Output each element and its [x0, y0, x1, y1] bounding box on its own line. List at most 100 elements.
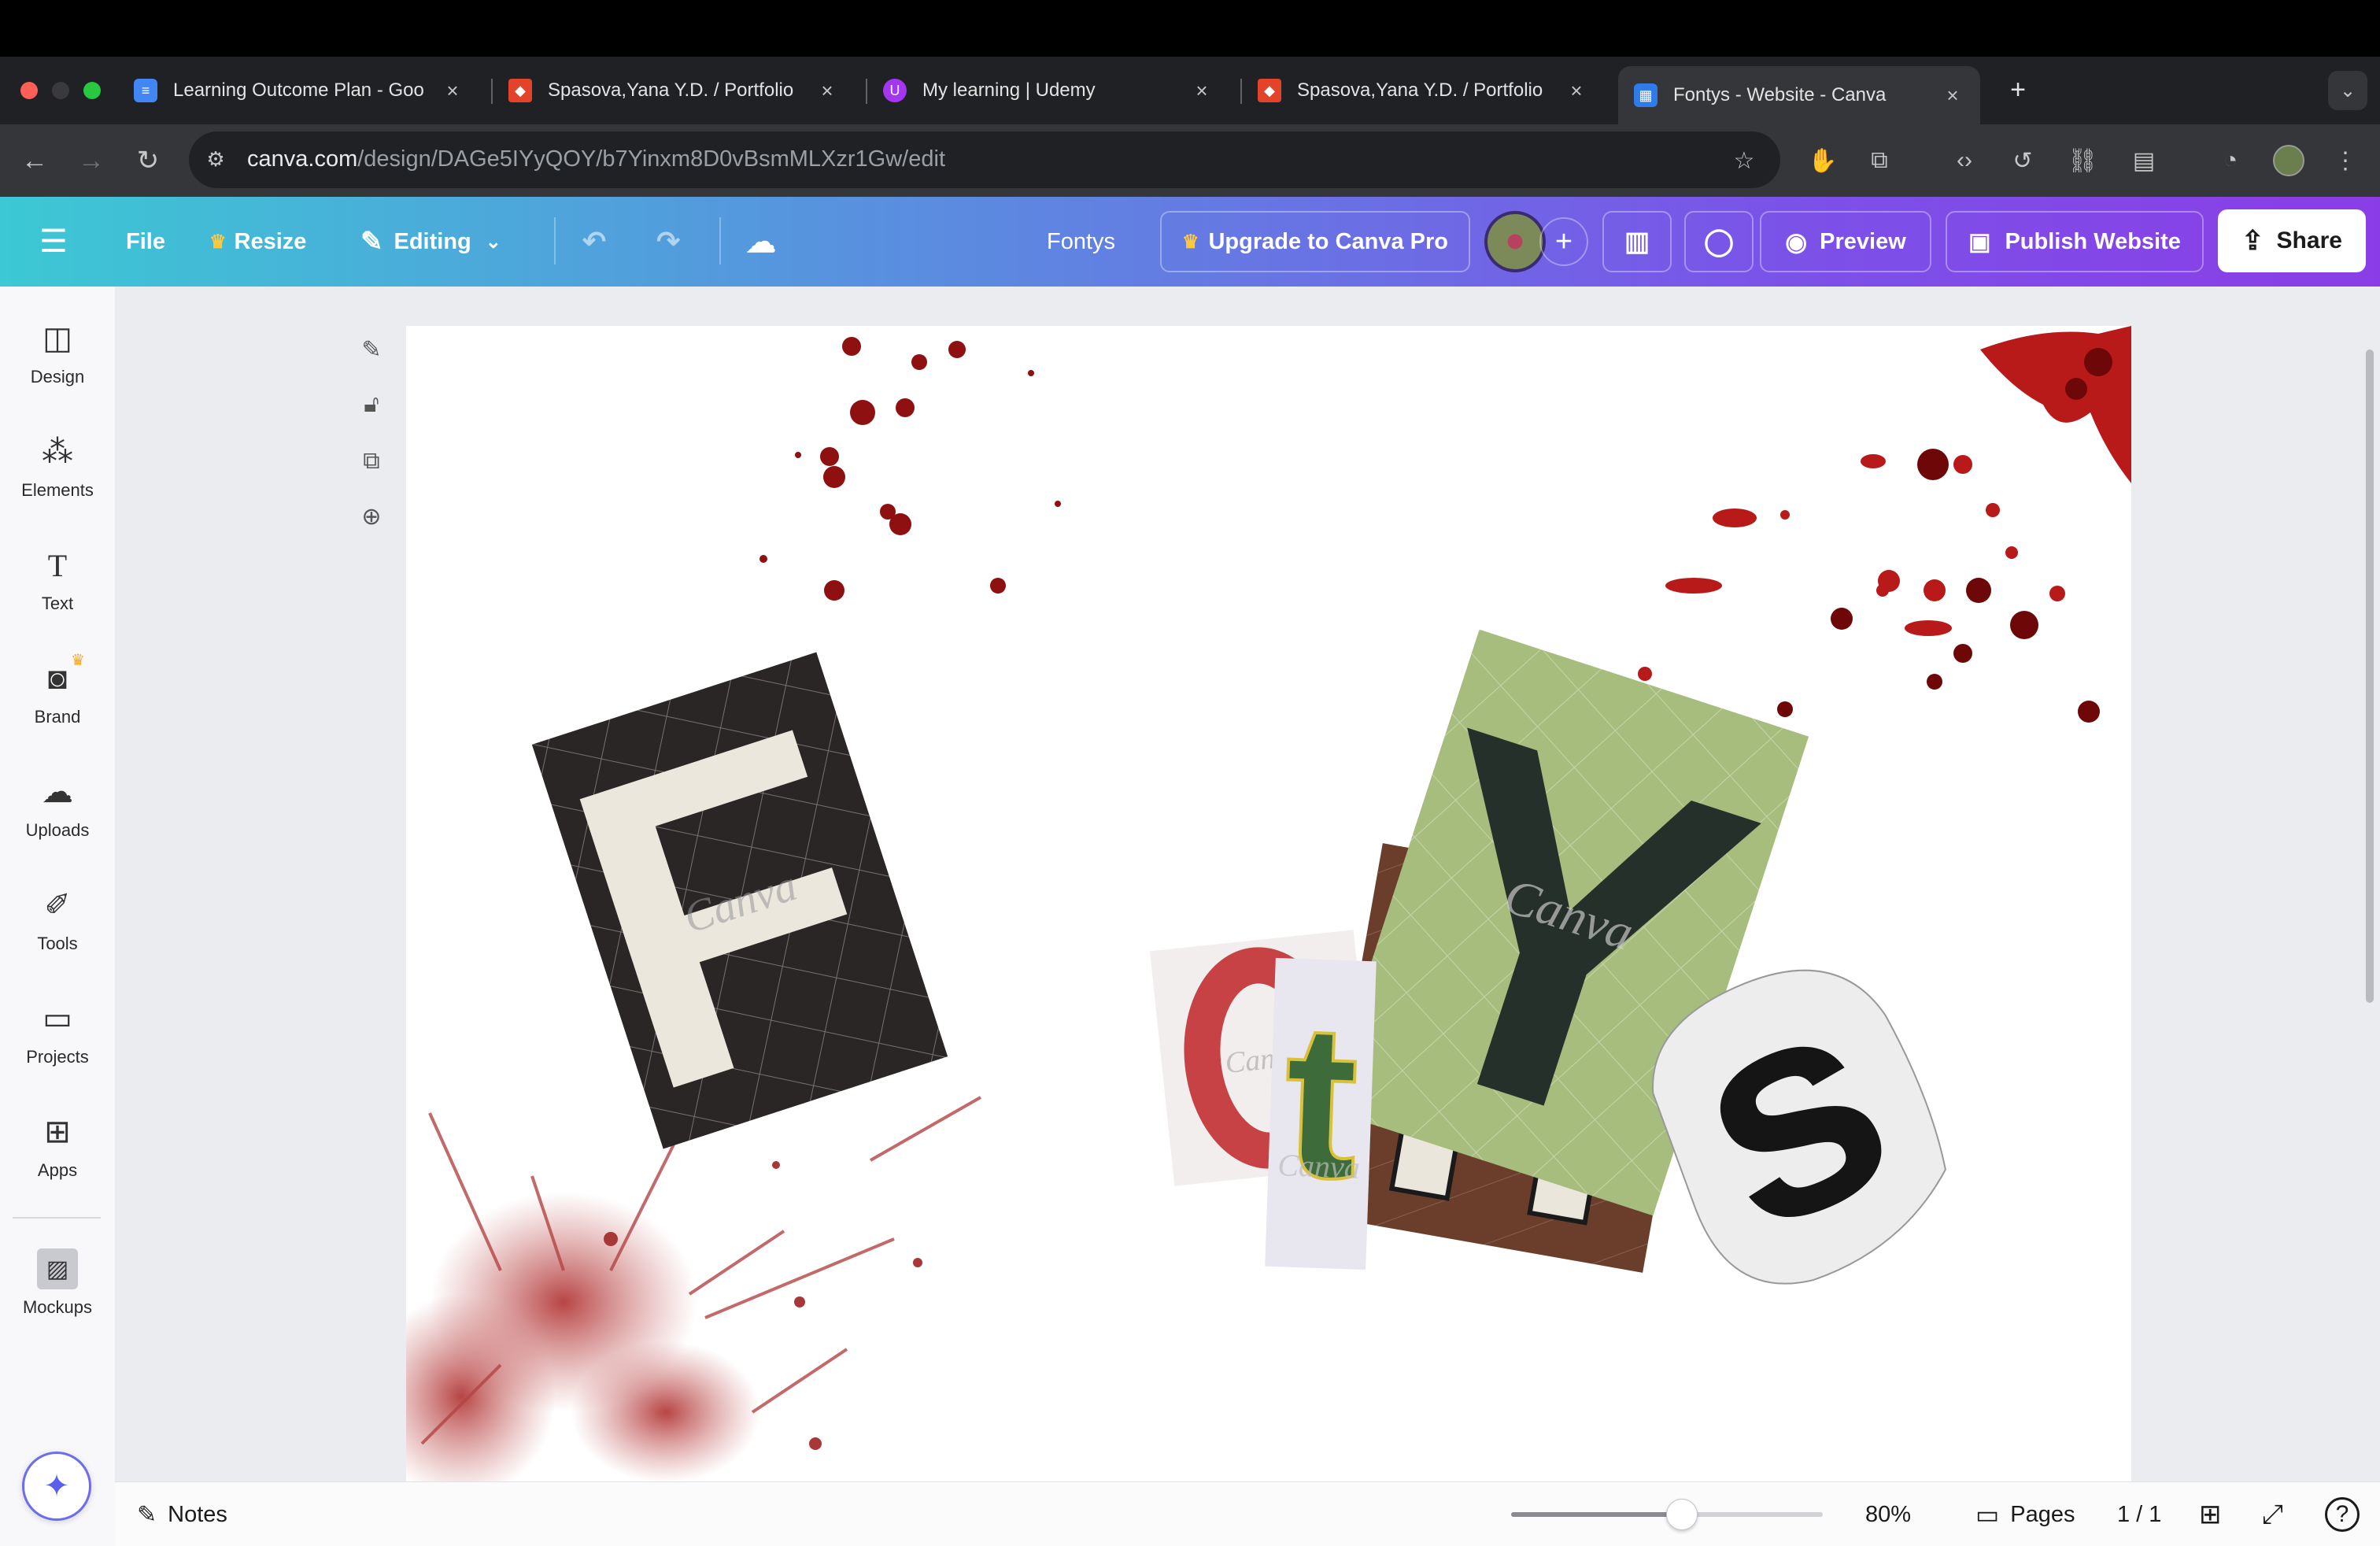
sidebar-item-apps[interactable]: ⊞ Apps — [0, 1111, 115, 1206]
page-notes-icon[interactable]: ✎ — [354, 332, 389, 367]
sidebar-item-uploads[interactable]: ☁ Uploads — [0, 771, 115, 866]
preview-label: Preview — [1820, 228, 1906, 254]
sparkle-icon: ✦ — [43, 1469, 70, 1503]
gitlab-icon: ◆ — [508, 79, 532, 102]
crown-icon: ♛ — [209, 231, 227, 253]
window-minimize-button[interactable] — [52, 82, 69, 99]
share-button[interactable]: ⇪ Share — [2218, 209, 2366, 272]
tab-title: Spasova,Yana Y.D. / Portfolio — [1297, 80, 1543, 101]
sidebar-item-label: Brand — [34, 707, 81, 727]
chevron-down-icon: ⌄ — [485, 231, 501, 253]
upgrade-pro-button[interactable]: ♛ Upgrade to Canva Pro — [1160, 211, 1470, 272]
sidebar-item-tools[interactable]: ✐ Tools — [0, 885, 115, 979]
editing-mode-dropdown[interactable]: ✎ Editing ⌄ — [360, 217, 501, 266]
profile-avatar[interactable] — [2271, 143, 2306, 178]
extension-stop-icon[interactable]: ✋ — [1805, 143, 1840, 178]
comments-button[interactable]: ◯ — [1684, 211, 1754, 272]
close-icon[interactable]: × — [815, 79, 839, 103]
sidebar-item-design[interactable]: ◫ Design — [0, 318, 115, 412]
add-page-icon[interactable]: ⊕ — [354, 499, 389, 534]
redo-icon[interactable]: ↷ — [656, 217, 680, 266]
resize-label: Resize — [234, 228, 307, 254]
insights-button[interactable]: ▥ — [1602, 211, 1672, 272]
zoom-level[interactable]: 80% — [1865, 1497, 1911, 1532]
browser-tab-active[interactable]: ▦ Fontys - Website - Canva × — [1618, 66, 1980, 124]
url-host: canva.com — [247, 146, 358, 172]
window-close-button[interactable] — [20, 82, 38, 99]
resize-button[interactable]: ♛ Resize — [209, 217, 306, 266]
design-title[interactable]: Fontys — [1047, 217, 1115, 266]
lock-icon[interactable]: 🔓︎ — [354, 387, 389, 422]
pages-label: Pages — [2010, 1501, 2075, 1527]
site-info-icon[interactable]: ⚙ — [195, 139, 236, 179]
zoom-slider-fill — [1511, 1512, 1682, 1517]
sidebar-item-label: Mockups — [22, 1297, 93, 1317]
publish-website-button[interactable]: ▣ Publish Website — [1946, 211, 2204, 272]
uploads-icon: ☁ — [42, 775, 73, 809]
browser-tab[interactable]: U My learning | Udemy × — [867, 66, 1229, 115]
main-menu-icon[interactable]: ☰ — [39, 217, 68, 266]
design-canvas[interactable]: F Canva Canva n Canva Y Canva — [406, 326, 2131, 1481]
browser-tab[interactable]: ◆ Spasova,Yana Y.D. / Portfolio × — [493, 66, 855, 115]
browser-tab[interactable]: ◆ Spasova,Yana Y.D. / Portfolio × — [1242, 66, 1604, 115]
close-icon[interactable]: × — [441, 79, 464, 103]
sidebar-item-text[interactable]: T Text — [0, 545, 115, 639]
tab-search-button[interactable]: ⌄ — [2328, 71, 2367, 110]
letter-t-card[interactable]: t Canva — [1265, 957, 1377, 1270]
header-divider — [719, 217, 721, 264]
link-icon[interactable]: ⛓ — [2065, 143, 2100, 178]
letter-f-card[interactable]: F Canva — [522, 624, 959, 1185]
sidebar-item-mockups[interactable]: ▨ Mockups — [0, 1248, 115, 1343]
back-button[interactable]: ← — [14, 140, 55, 181]
add-collaborator-button[interactable]: + — [1539, 217, 1588, 266]
sidebar-divider — [13, 1217, 101, 1219]
window-maximize-button[interactable] — [83, 82, 101, 99]
zoom-slider-handle[interactable] — [1665, 1499, 1698, 1530]
canva-icon: ▦ — [1634, 83, 1658, 107]
crown-icon: ♛ — [71, 652, 85, 669]
tools-icon: ✐ — [44, 888, 71, 923]
publish-label: Publish Website — [2005, 228, 2181, 254]
tab-title: Spasova,Yana Y.D. / Portfolio — [548, 80, 794, 101]
fontys-artwork[interactable]: F Canva Canva n Canva Y Canva — [406, 326, 2131, 1481]
sidebar-item-elements[interactable]: ⁂ Elements — [0, 431, 115, 526]
file-menu[interactable]: File — [126, 217, 165, 266]
collaborator-avatar[interactable] — [1484, 211, 1546, 272]
elements-icon: ⁂ — [42, 435, 73, 469]
upgrade-label: Upgrade to Canva Pro — [1208, 228, 1449, 254]
duplicate-page-icon[interactable]: ⧉ — [354, 444, 389, 479]
performance-icon[interactable]: ◔ — [2213, 143, 2248, 178]
new-tab-button[interactable]: + — [1998, 69, 2038, 110]
magic-sparkle-button[interactable]: ✦ — [22, 1452, 91, 1521]
close-icon[interactable]: × — [1941, 83, 1964, 108]
close-icon[interactable]: × — [1190, 79, 1214, 103]
extensions-puzzle-icon[interactable]: ⧉ — [1862, 143, 1897, 178]
reload-button[interactable]: ↻ — [128, 140, 168, 181]
letter-t: t — [1281, 977, 1362, 1225]
pages-button[interactable]: ▭ Pages — [1975, 1497, 2075, 1532]
browser-menu-icon[interactable]: ⋮ — [2328, 143, 2363, 178]
reading-list-icon[interactable]: ▤ — [2127, 143, 2161, 178]
sidebar-item-brand[interactable]: ◙ Brand — [0, 658, 115, 753]
grid-view-icon[interactable]: ⊞ — [2199, 1497, 2222, 1532]
cloud-saved-icon[interactable]: ☁ — [746, 217, 776, 266]
fullscreen-icon[interactable]: ⤢ — [2262, 1497, 2283, 1532]
sidebar-item-label: Projects — [26, 1047, 89, 1067]
projects-icon: ▭ — [42, 1001, 72, 1036]
history-icon[interactable]: ↺ — [2005, 143, 2040, 178]
forward-button[interactable]: → — [71, 140, 112, 181]
code-icon[interactable]: ‹› — [1947, 143, 1982, 178]
close-icon[interactable]: × — [1565, 79, 1588, 103]
undo-icon[interactable]: ↶ — [582, 217, 606, 266]
help-icon[interactable]: ? — [2325, 1497, 2360, 1532]
bookmark-star-icon[interactable]: ☆ — [1727, 143, 1761, 178]
notes-icon: ✎ — [137, 1501, 157, 1528]
sidebar-item-label: Apps — [37, 1160, 78, 1180]
sidebar-item-label: Elements — [21, 480, 94, 500]
preview-button[interactable]: ◉ Preview — [1760, 211, 1931, 272]
browser-tab[interactable]: ≡ Learning Outcome Plan - Goo × — [118, 66, 480, 115]
vertical-scrollbar[interactable] — [2366, 350, 2374, 1003]
notes-button[interactable]: ✎ Notes — [137, 1497, 227, 1532]
sidebar-item-projects[interactable]: ▭ Projects — [0, 998, 115, 1093]
url-text[interactable]: canva.com/design/DAGe5IYyQOY/b7Yinxm8D0v… — [247, 146, 945, 172]
